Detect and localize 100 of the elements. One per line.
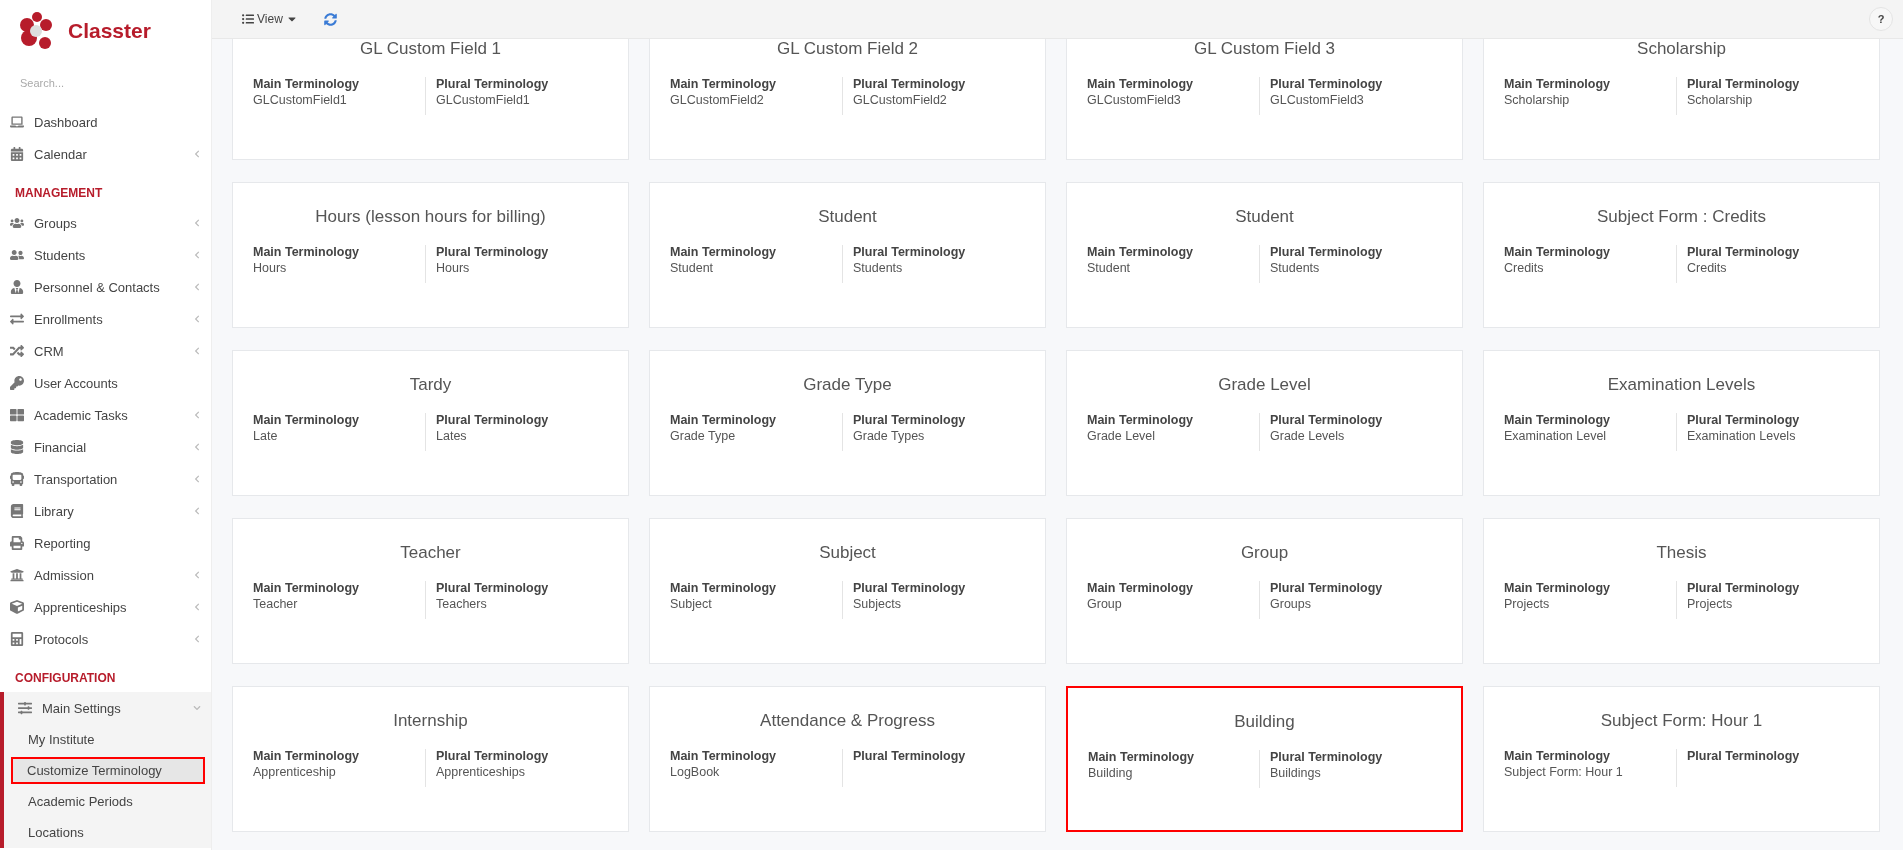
sidebar-item[interactable]: Calendar (0, 138, 211, 170)
card-title: Hours (lesson hours for billing) (314, 207, 547, 227)
submenu-item[interactable]: Customize Terminology (13, 759, 203, 782)
help-button[interactable]: ? (1869, 7, 1893, 31)
card-title: Subject (818, 543, 877, 563)
sidebar-item[interactable]: Transportation (0, 463, 211, 495)
field-value: Building (1088, 766, 1134, 780)
field-value: Teachers (436, 597, 488, 611)
field-value: Scholarship (1687, 93, 1754, 107)
sidebar-item[interactable]: Reporting (0, 527, 211, 559)
field-value: LogBook (670, 765, 721, 779)
card-title: Teacher (399, 543, 462, 563)
field-label: Plural Terminology (436, 581, 550, 595)
view-button[interactable]: View (240, 10, 300, 28)
field-value: GLCustomField1 (436, 93, 531, 107)
sidebar-item[interactable]: User Accounts (0, 367, 211, 399)
field-value: Hours (436, 261, 471, 275)
sidebar-item[interactable]: CRM (0, 335, 211, 367)
field-value: Groups (1270, 597, 1312, 611)
field-label: Plural Terminology (1270, 245, 1384, 259)
bank-icon (8, 568, 26, 582)
field-value: GLCustomField2 (670, 93, 765, 107)
chevron-left-icon (193, 443, 201, 451)
search-field[interactable]: Search... (18, 70, 192, 96)
field-label: Main Terminology (1504, 749, 1612, 763)
users-icon (8, 216, 26, 230)
sidebar-item[interactable]: Personnel & Contacts (0, 271, 211, 303)
submenu-item[interactable]: Academic Periods (10, 786, 203, 817)
sidebar-item[interactable]: Protocols (0, 623, 211, 655)
sidebar-item[interactable]: Apprenticeships (0, 591, 211, 623)
refresh-button[interactable] (321, 10, 339, 28)
card-title: Subject Form : Credits (1595, 207, 1768, 227)
card-title: Student (817, 207, 878, 227)
field-value: Examination Levels (1687, 429, 1797, 443)
field-value: Teacher (253, 597, 299, 611)
card-title: Building (1233, 712, 1296, 732)
calculator-icon (8, 632, 26, 646)
field-label: Main Terminology (253, 77, 361, 91)
sidebar-item[interactable]: Groups (0, 207, 211, 239)
sidebar-item[interactable]: Financial (0, 431, 211, 463)
field-label: Main Terminology (1088, 750, 1196, 764)
field-label: Main Terminology (253, 245, 361, 259)
sidebar-item[interactable]: Library (0, 495, 211, 527)
sliders-icon (16, 701, 34, 715)
field-value: Group (1087, 597, 1123, 611)
field-label: Plural Terminology (853, 245, 967, 259)
field-label: Plural Terminology (1270, 581, 1384, 595)
sidebar-item[interactable]: Dashboard (0, 106, 211, 138)
calendar-icon (8, 147, 26, 161)
field-label: Plural Terminology (1687, 413, 1801, 427)
sidebar-item[interactable]: Students (0, 239, 211, 271)
chevron-left-icon (193, 475, 201, 483)
field-value: Subjects (853, 597, 902, 611)
card-title: GL Custom Field 3 (1192, 39, 1337, 59)
cube-icon (8, 600, 26, 614)
field-label: Main Terminology (1504, 413, 1612, 427)
field-label: Main Terminology (1087, 581, 1195, 595)
field-label: Main Terminology (253, 413, 361, 427)
field-label: Main Terminology (670, 77, 778, 91)
field-label: Main Terminology (253, 581, 361, 595)
field-label: Main Terminology (1504, 245, 1612, 259)
field-label: Plural Terminology (436, 77, 550, 91)
field-value: GLCustomField1 (253, 93, 348, 107)
chevron-left-icon (193, 571, 201, 579)
field-value: Grade Types (853, 429, 926, 443)
field-value: Student (1087, 261, 1132, 275)
submenu-item[interactable]: My Institute (10, 724, 203, 755)
card-title: Grade Level (1217, 375, 1312, 395)
field-value: Late (253, 429, 279, 443)
field-label: Plural Terminology (853, 749, 967, 763)
field-value: Examination Level (1504, 429, 1608, 443)
field-label: Plural Terminology (1270, 413, 1384, 427)
field-value: Hours (253, 261, 288, 275)
sidebar-item[interactable]: Academic Tasks (0, 399, 211, 431)
field-label: Main Terminology (1087, 413, 1195, 427)
field-label: Main Terminology (670, 581, 778, 595)
chevron-down-icon (193, 704, 201, 712)
card-title: Examination Levels (1606, 375, 1757, 395)
submenu-item[interactable]: Locations (10, 817, 203, 848)
sidebar-item[interactable]: Admission (0, 559, 211, 591)
card-title: Attendance & Progress (759, 711, 936, 731)
chevron-left-icon (193, 411, 201, 419)
sidebar-item[interactable]: Main Settings (0, 692, 211, 724)
logo-icon (20, 11, 54, 51)
field-label: Plural Terminology (436, 245, 550, 259)
field-label: Main Terminology (253, 749, 361, 763)
card-title: Tardy (408, 375, 453, 395)
card-title: Scholarship (1636, 39, 1727, 59)
field-label: Main Terminology (670, 749, 778, 763)
field-value: Subject (670, 597, 713, 611)
field-value: Lates (436, 429, 468, 443)
section-heading: MANAGEMENT (14, 185, 104, 202)
field-label: Main Terminology (670, 413, 778, 427)
card-title: Student (1234, 207, 1295, 227)
card-title: Subject Form: Hour 1 (1599, 711, 1764, 731)
field-label: Main Terminology (1087, 245, 1195, 259)
field-label: Plural Terminology (1687, 749, 1801, 763)
field-label: Plural Terminology (853, 413, 967, 427)
card-title: GL Custom Field 2 (775, 39, 920, 59)
sidebar-item[interactable]: Enrollments (0, 303, 211, 335)
